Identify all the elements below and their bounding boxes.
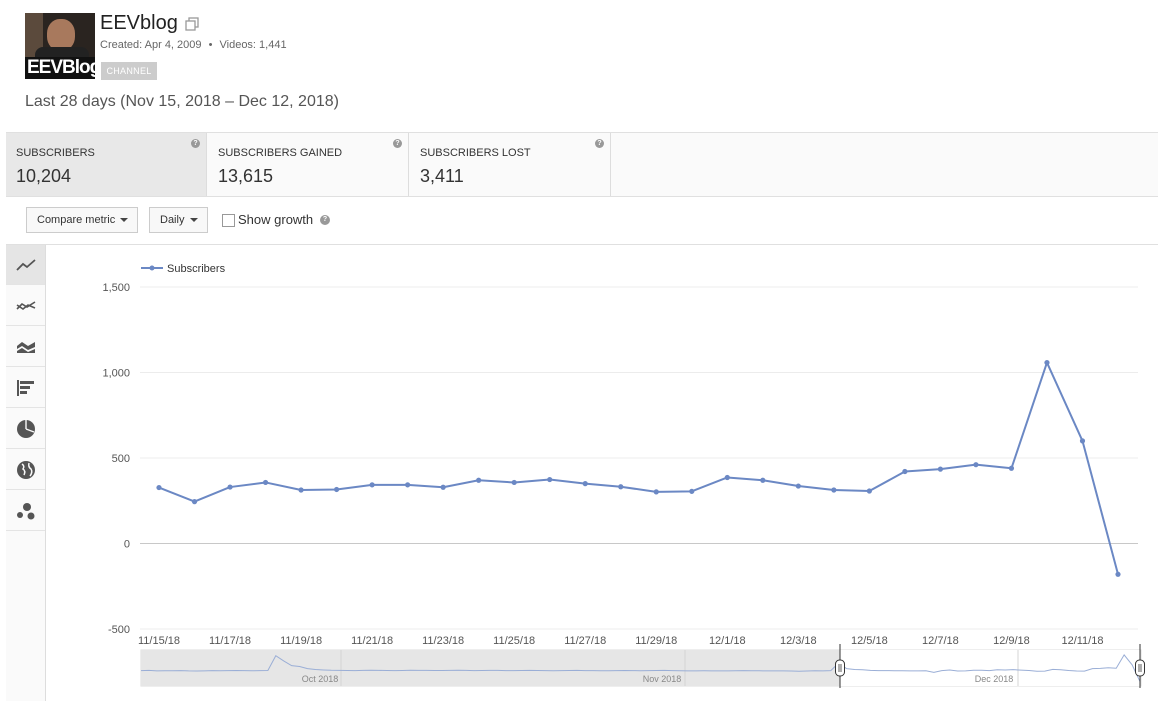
data-point [369, 482, 375, 488]
data-point [1044, 359, 1050, 366]
metric-card-subscribers-gained[interactable]: SUBSCRIBERS GAINED 13,615 ? [208, 133, 409, 196]
legend-marker [149, 265, 155, 271]
x-tick-label: 12/11/18 [1061, 635, 1103, 647]
x-tick-label: 11/15/18 [138, 635, 180, 647]
y-tick-label: 500 [112, 453, 130, 465]
data-point [298, 487, 304, 493]
navigator-month-label: Dec 2018 [975, 674, 1014, 684]
data-point [902, 468, 908, 475]
data-point [760, 477, 766, 483]
series-line [158, 361, 1119, 575]
x-tick-label: 11/27/18 [564, 635, 606, 647]
subscribers-series [156, 359, 1121, 577]
data-point [937, 466, 944, 472]
data-point [1008, 465, 1015, 471]
data-point [227, 484, 233, 490]
data-point [1115, 571, 1121, 577]
eevblog-logo: EEVBlog [25, 57, 95, 79]
help-icon[interactable]: ? [595, 139, 604, 148]
chart-grid [140, 286, 1138, 630]
x-tick-label: 11/21/18 [351, 635, 393, 647]
metric-value: 10,204 [16, 166, 72, 186]
navigator-drag-handle[interactable] [1135, 659, 1145, 677]
x-tick-label: 11/19/18 [280, 635, 322, 647]
metrics-bar: SUBSCRIBERS 10,204 ? SUBSCRIBERS GAINED … [6, 132, 1158, 197]
logo-text-eev: EEV [27, 57, 63, 78]
channel-avatar[interactable]: EEVBlog [25, 13, 95, 79]
data-point [1079, 438, 1086, 444]
data-point [582, 481, 588, 487]
metric-value: 13,615 [218, 166, 274, 186]
channel-created: Created: Apr 4, 2009 [100, 39, 202, 51]
data-point [262, 479, 269, 486]
y-tick-label: -500 [108, 624, 130, 636]
logo-text-blog: Blog [62, 57, 95, 78]
date-range[interactable]: Last 28 days (Nov 15, 2018 – Dec 12, 201… [25, 93, 339, 111]
metric-label: SUBSCRIBERS [16, 147, 95, 159]
channel-name[interactable]: EEVblog [100, 12, 178, 35]
data-point [653, 489, 659, 495]
data-point [689, 488, 695, 494]
channel-meta: Created: Apr 4, 2009 • Videos: 1,441 [100, 39, 287, 51]
x-tick-label: 11/17/18 [209, 635, 251, 647]
channel-badge: CHANNEL [101, 62, 157, 80]
y-tick-label: 0 [124, 539, 130, 551]
chevron-down-icon [190, 218, 198, 222]
legend-label: Subscribers [167, 263, 226, 275]
data-point [547, 476, 553, 483]
x-tick-label: 12/3/18 [780, 635, 817, 647]
granularity-dropdown[interactable]: Daily [149, 207, 208, 233]
help-icon[interactable]: ? [393, 139, 402, 148]
open-in-new-icon[interactable] [185, 17, 199, 31]
data-point [973, 462, 979, 468]
data-point [156, 484, 162, 491]
data-point [866, 488, 872, 494]
help-icon[interactable]: ? [191, 139, 200, 148]
compare-metric-dropdown[interactable]: Compare metric [26, 207, 138, 233]
x-tick-label: 12/9/18 [993, 635, 1030, 647]
show-growth-label[interactable]: Show growth [238, 212, 313, 227]
help-icon[interactable]: ? [320, 215, 330, 225]
show-growth-checkbox[interactable] [222, 214, 235, 227]
x-tick-label: 11/29/18 [635, 635, 677, 647]
x-tick-label: 11/23/18 [422, 635, 464, 647]
y-tick-label: 1,500 [102, 282, 130, 294]
chart-axes: 1,500 1,000 500 0 -500 11/15/18 11/17/18 11/19/… [102, 282, 1103, 647]
metric-card-subscribers[interactable]: SUBSCRIBERS 10,204 ? [6, 133, 207, 196]
data-point [724, 474, 730, 481]
granularity-label: Daily [160, 214, 185, 226]
x-tick-label: 11/25/18 [493, 635, 535, 647]
x-tick-label: 12/7/18 [922, 635, 959, 647]
y-tick-label: 1,000 [102, 368, 130, 380]
navigator-drag-handle[interactable] [835, 659, 845, 677]
metric-label: SUBSCRIBERS GAINED [218, 147, 343, 159]
data-point [795, 483, 801, 489]
navigator-month-label: Oct 2018 [302, 674, 339, 684]
meta-separator: • [208, 39, 213, 51]
navigator-month-label: Nov 2018 [643, 674, 682, 684]
chart-legend: Subscribers [141, 263, 226, 275]
range-navigator[interactable]: Oct 2018 Nov 2018 Dec 2018 [140, 644, 1145, 688]
data-point [618, 484, 624, 490]
data-point [476, 477, 482, 483]
x-tick-label: 12/1/18 [709, 635, 746, 647]
compare-metric-label: Compare metric [37, 214, 116, 226]
subscribers-line-chart: 1,500 1,000 500 0 -500 11/15/18 11/17/18 11/19/… [102, 263, 1145, 688]
metric-label: SUBSCRIBERS LOST [420, 147, 531, 159]
channel-video-count: Videos: 1,441 [219, 39, 287, 51]
metric-value: 3,411 [420, 166, 464, 186]
data-point [405, 482, 411, 488]
data-point [191, 499, 198, 505]
metric-card-subscribers-lost[interactable]: SUBSCRIBERS LOST 3,411 ? [410, 133, 611, 196]
data-point [511, 479, 517, 486]
data-point [440, 484, 446, 490]
chevron-down-icon [120, 218, 128, 222]
data-point [831, 487, 837, 493]
x-tick-label: 12/5/18 [851, 635, 888, 647]
data-point [333, 486, 340, 493]
navigator-unselected-mask [141, 650, 840, 686]
